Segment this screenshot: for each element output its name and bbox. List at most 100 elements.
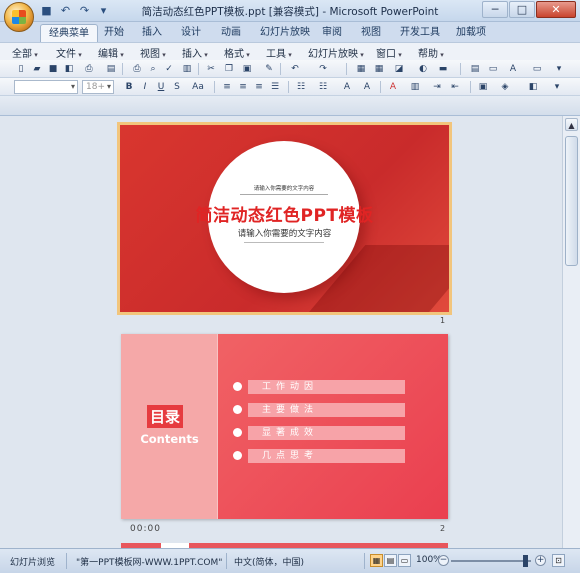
- vertical-scrollbar[interactable]: ▲: [562, 116, 580, 548]
- cut-icon[interactable]: ✂: [204, 62, 218, 76]
- normal-view-icon[interactable]: ▦: [370, 554, 383, 567]
- office-button[interactable]: [4, 2, 34, 32]
- minimize-button[interactable]: ─: [482, 1, 508, 18]
- zoom-icon[interactable]: ▬: [436, 62, 450, 76]
- tab-animation[interactable]: 动画: [213, 24, 249, 42]
- standard-toolbar: ▯ ▰ ■ ◧ ⎙ ▤ ⎙ ⌕ ✓ ▥ ✂ ❐ ▣ ✎ ↶ ↷ ▦ ▦ ◪ ◐ …: [0, 60, 580, 78]
- thesaurus-icon[interactable]: ▥: [180, 62, 194, 76]
- research-icon[interactable]: ⌕: [146, 62, 160, 76]
- tab-view[interactable]: 视图: [353, 24, 389, 42]
- status-separator: [66, 553, 67, 569]
- align-left-icon[interactable]: ≡: [220, 80, 234, 94]
- numbering-icon[interactable]: ☷: [294, 80, 308, 94]
- layout-icon[interactable]: ▤: [468, 62, 482, 76]
- underline-button[interactable]: U: [154, 80, 168, 94]
- tab-addins[interactable]: 加载项: [448, 24, 494, 42]
- shadow-text-button[interactable]: S: [170, 80, 184, 94]
- zoom-in-icon[interactable]: +: [535, 555, 546, 566]
- shapes-icon[interactable]: ▭: [530, 62, 544, 76]
- slide-thumbnail-2[interactable]: 目录 Contents 工作动因 主要做法 显著成效 几点思考: [121, 334, 448, 519]
- tab-developer[interactable]: 开发工具: [392, 24, 448, 42]
- save-icon[interactable]: ■: [40, 4, 53, 17]
- tab-insert[interactable]: 插入: [134, 24, 170, 42]
- more-icon[interactable]: ▾: [550, 80, 564, 94]
- increase-font-icon[interactable]: A: [340, 80, 354, 94]
- zoom-slider[interactable]: [451, 555, 531, 567]
- menu-file[interactable]: 文件: [56, 45, 82, 60]
- font-color-icon[interactable]: A: [386, 80, 400, 94]
- status-view: 幻灯片浏览: [10, 558, 56, 568]
- new-slide-icon[interactable]: ▭: [486, 62, 500, 76]
- bullet-dot-icon: [233, 405, 242, 414]
- slide-sorter-icon[interactable]: ▤: [384, 554, 397, 567]
- open-icon[interactable]: ▰: [30, 62, 44, 76]
- more-icon[interactable]: ▾: [552, 62, 566, 76]
- print-preview-icon[interactable]: ⎙: [82, 62, 96, 76]
- picture-icon[interactable]: ◪: [392, 62, 406, 76]
- justify-icon[interactable]: ☰: [268, 80, 282, 94]
- tab-design[interactable]: 设计: [173, 24, 209, 42]
- bullet-dot-icon: [233, 451, 242, 460]
- print-icon-2[interactable]: ⎙: [130, 62, 144, 76]
- design-icon[interactable]: ▣: [476, 80, 490, 94]
- redo-icon[interactable]: ↷: [316, 62, 330, 76]
- slideshow-view-icon[interactable]: ▭: [398, 554, 411, 567]
- fit-to-window-icon[interactable]: ⊡: [552, 554, 565, 567]
- toolbar-separator: [380, 81, 381, 93]
- contents-heading: 目录: [147, 405, 184, 428]
- print-icon[interactable]: ▤: [104, 62, 118, 76]
- italic-button[interactable]: I: [138, 80, 152, 94]
- outdent-icon[interactable]: ⇤: [448, 80, 462, 94]
- scroll-thumb[interactable]: [565, 136, 578, 266]
- menu-tools[interactable]: 工具: [266, 45, 292, 60]
- zoom-slider-knob[interactable]: [523, 555, 528, 567]
- font-size-combo[interactable]: 18+: [82, 80, 114, 94]
- redo-icon[interactable]: ↷: [78, 4, 91, 17]
- toolbar-separator: [214, 81, 215, 93]
- font-name-combo[interactable]: [14, 80, 78, 94]
- color-grayscale-icon[interactable]: ◐: [416, 62, 430, 76]
- menu-edit[interactable]: 编辑: [98, 45, 124, 60]
- undo-icon[interactable]: ↶: [59, 4, 72, 17]
- bullets-icon[interactable]: ☷: [316, 80, 330, 94]
- chart-icon[interactable]: ▦: [354, 62, 368, 76]
- undo-icon[interactable]: ↶: [288, 62, 302, 76]
- tab-classic-menu[interactable]: 经典菜单: [40, 24, 98, 42]
- columns-icon[interactable]: ▥: [408, 80, 422, 94]
- new-icon[interactable]: ▯: [14, 62, 28, 76]
- menu-help[interactable]: 帮助: [418, 45, 444, 60]
- change-case-button[interactable]: Aa: [188, 80, 208, 94]
- slide-thumbnail-1[interactable]: 请输入你需要的文字内容 简洁动态红色PPT模板 请输入你需要的文字内容: [120, 125, 449, 312]
- tab-review[interactable]: 审阅: [314, 24, 350, 42]
- arrange-icon[interactable]: ◧: [526, 80, 540, 94]
- menu-view[interactable]: 视图: [140, 45, 166, 60]
- save-icon[interactable]: ■: [46, 62, 60, 76]
- zoom-out-icon[interactable]: −: [438, 555, 449, 566]
- scroll-up-icon[interactable]: ▲: [565, 118, 578, 131]
- tab-slideshow[interactable]: 幻灯片放映: [252, 24, 318, 42]
- tab-home[interactable]: 开始: [96, 24, 132, 42]
- paste-icon[interactable]: ▣: [240, 62, 254, 76]
- maximize-button[interactable]: □: [509, 1, 535, 18]
- bold-button[interactable]: B: [122, 80, 136, 94]
- menu-all[interactable]: 全部: [12, 45, 38, 60]
- align-center-icon[interactable]: ≡: [236, 80, 250, 94]
- copy-icon[interactable]: ❐: [222, 62, 236, 76]
- slide1-title: 简洁动态红色PPT模板: [195, 206, 374, 226]
- spelling-icon[interactable]: ✓: [162, 62, 176, 76]
- close-button[interactable]: ✕: [536, 1, 576, 18]
- agenda-item: 工作动因: [233, 380, 405, 394]
- customize-icon[interactable]: ▾: [97, 4, 110, 17]
- menu-slideshow[interactable]: 幻灯片放映: [308, 45, 364, 60]
- menu-window[interactable]: 窗口: [376, 45, 402, 60]
- slide-design-icon[interactable]: ◈: [498, 80, 512, 94]
- text-box-icon[interactable]: A: [506, 62, 520, 76]
- menu-format[interactable]: 格式: [224, 45, 250, 60]
- indent-icon[interactable]: ⇥: [430, 80, 444, 94]
- table-icon[interactable]: ▦: [372, 62, 386, 76]
- align-right-icon[interactable]: ≡: [252, 80, 266, 94]
- menu-insert[interactable]: 插入: [182, 45, 208, 60]
- permission-icon[interactable]: ◧: [62, 62, 76, 76]
- decrease-font-icon[interactable]: A: [360, 80, 374, 94]
- format-painter-icon[interactable]: ✎: [262, 62, 276, 76]
